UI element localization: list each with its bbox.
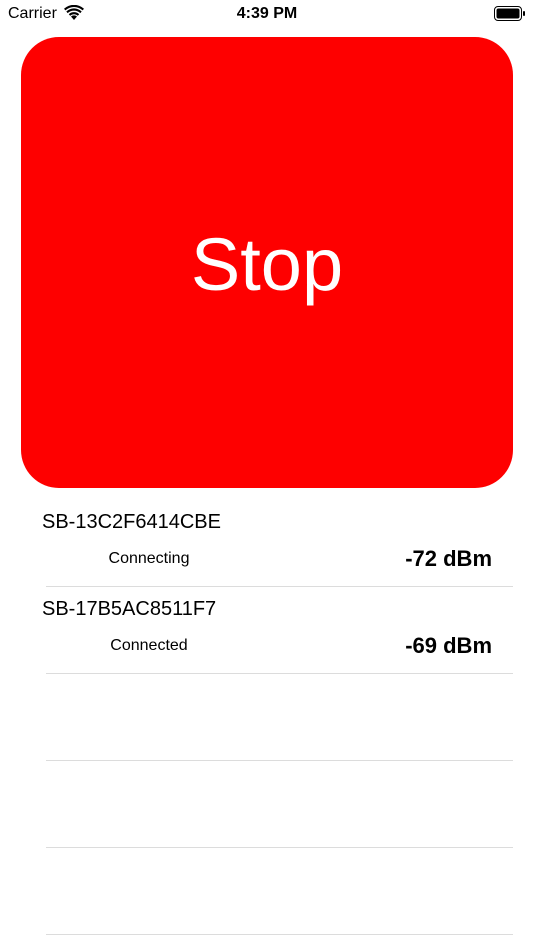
battery-icon bbox=[494, 6, 525, 21]
row-divider bbox=[46, 934, 513, 935]
device-signal-strength: -69 dBm bbox=[405, 633, 492, 658]
stop-button[interactable]: Stop bbox=[21, 37, 513, 488]
empty-list-row bbox=[0, 848, 534, 935]
device-row[interactable]: SB-13C2F6414CBE Connecting -72 dBm bbox=[0, 500, 534, 587]
stop-button-label: Stop bbox=[190, 223, 344, 306]
device-name: SB-13C2F6414CBE bbox=[42, 511, 221, 533]
device-status: Connected bbox=[110, 637, 188, 654]
empty-list-row bbox=[0, 761, 534, 848]
empty-list-row bbox=[0, 674, 534, 761]
device-list: SB-13C2F6414CBE Connecting -72 dBm SB-17… bbox=[0, 500, 534, 935]
device-row[interactable]: SB-17B5AC8511F7 Connected -69 dBm bbox=[0, 587, 534, 674]
status-bar: Carrier 4:39 PM bbox=[0, 0, 534, 28]
device-status: Connecting bbox=[108, 550, 190, 567]
device-signal-strength: -72 dBm bbox=[405, 546, 492, 571]
clock-time: 4:39 PM bbox=[236, 5, 298, 22]
device-name: SB-17B5AC8511F7 bbox=[42, 598, 217, 620]
